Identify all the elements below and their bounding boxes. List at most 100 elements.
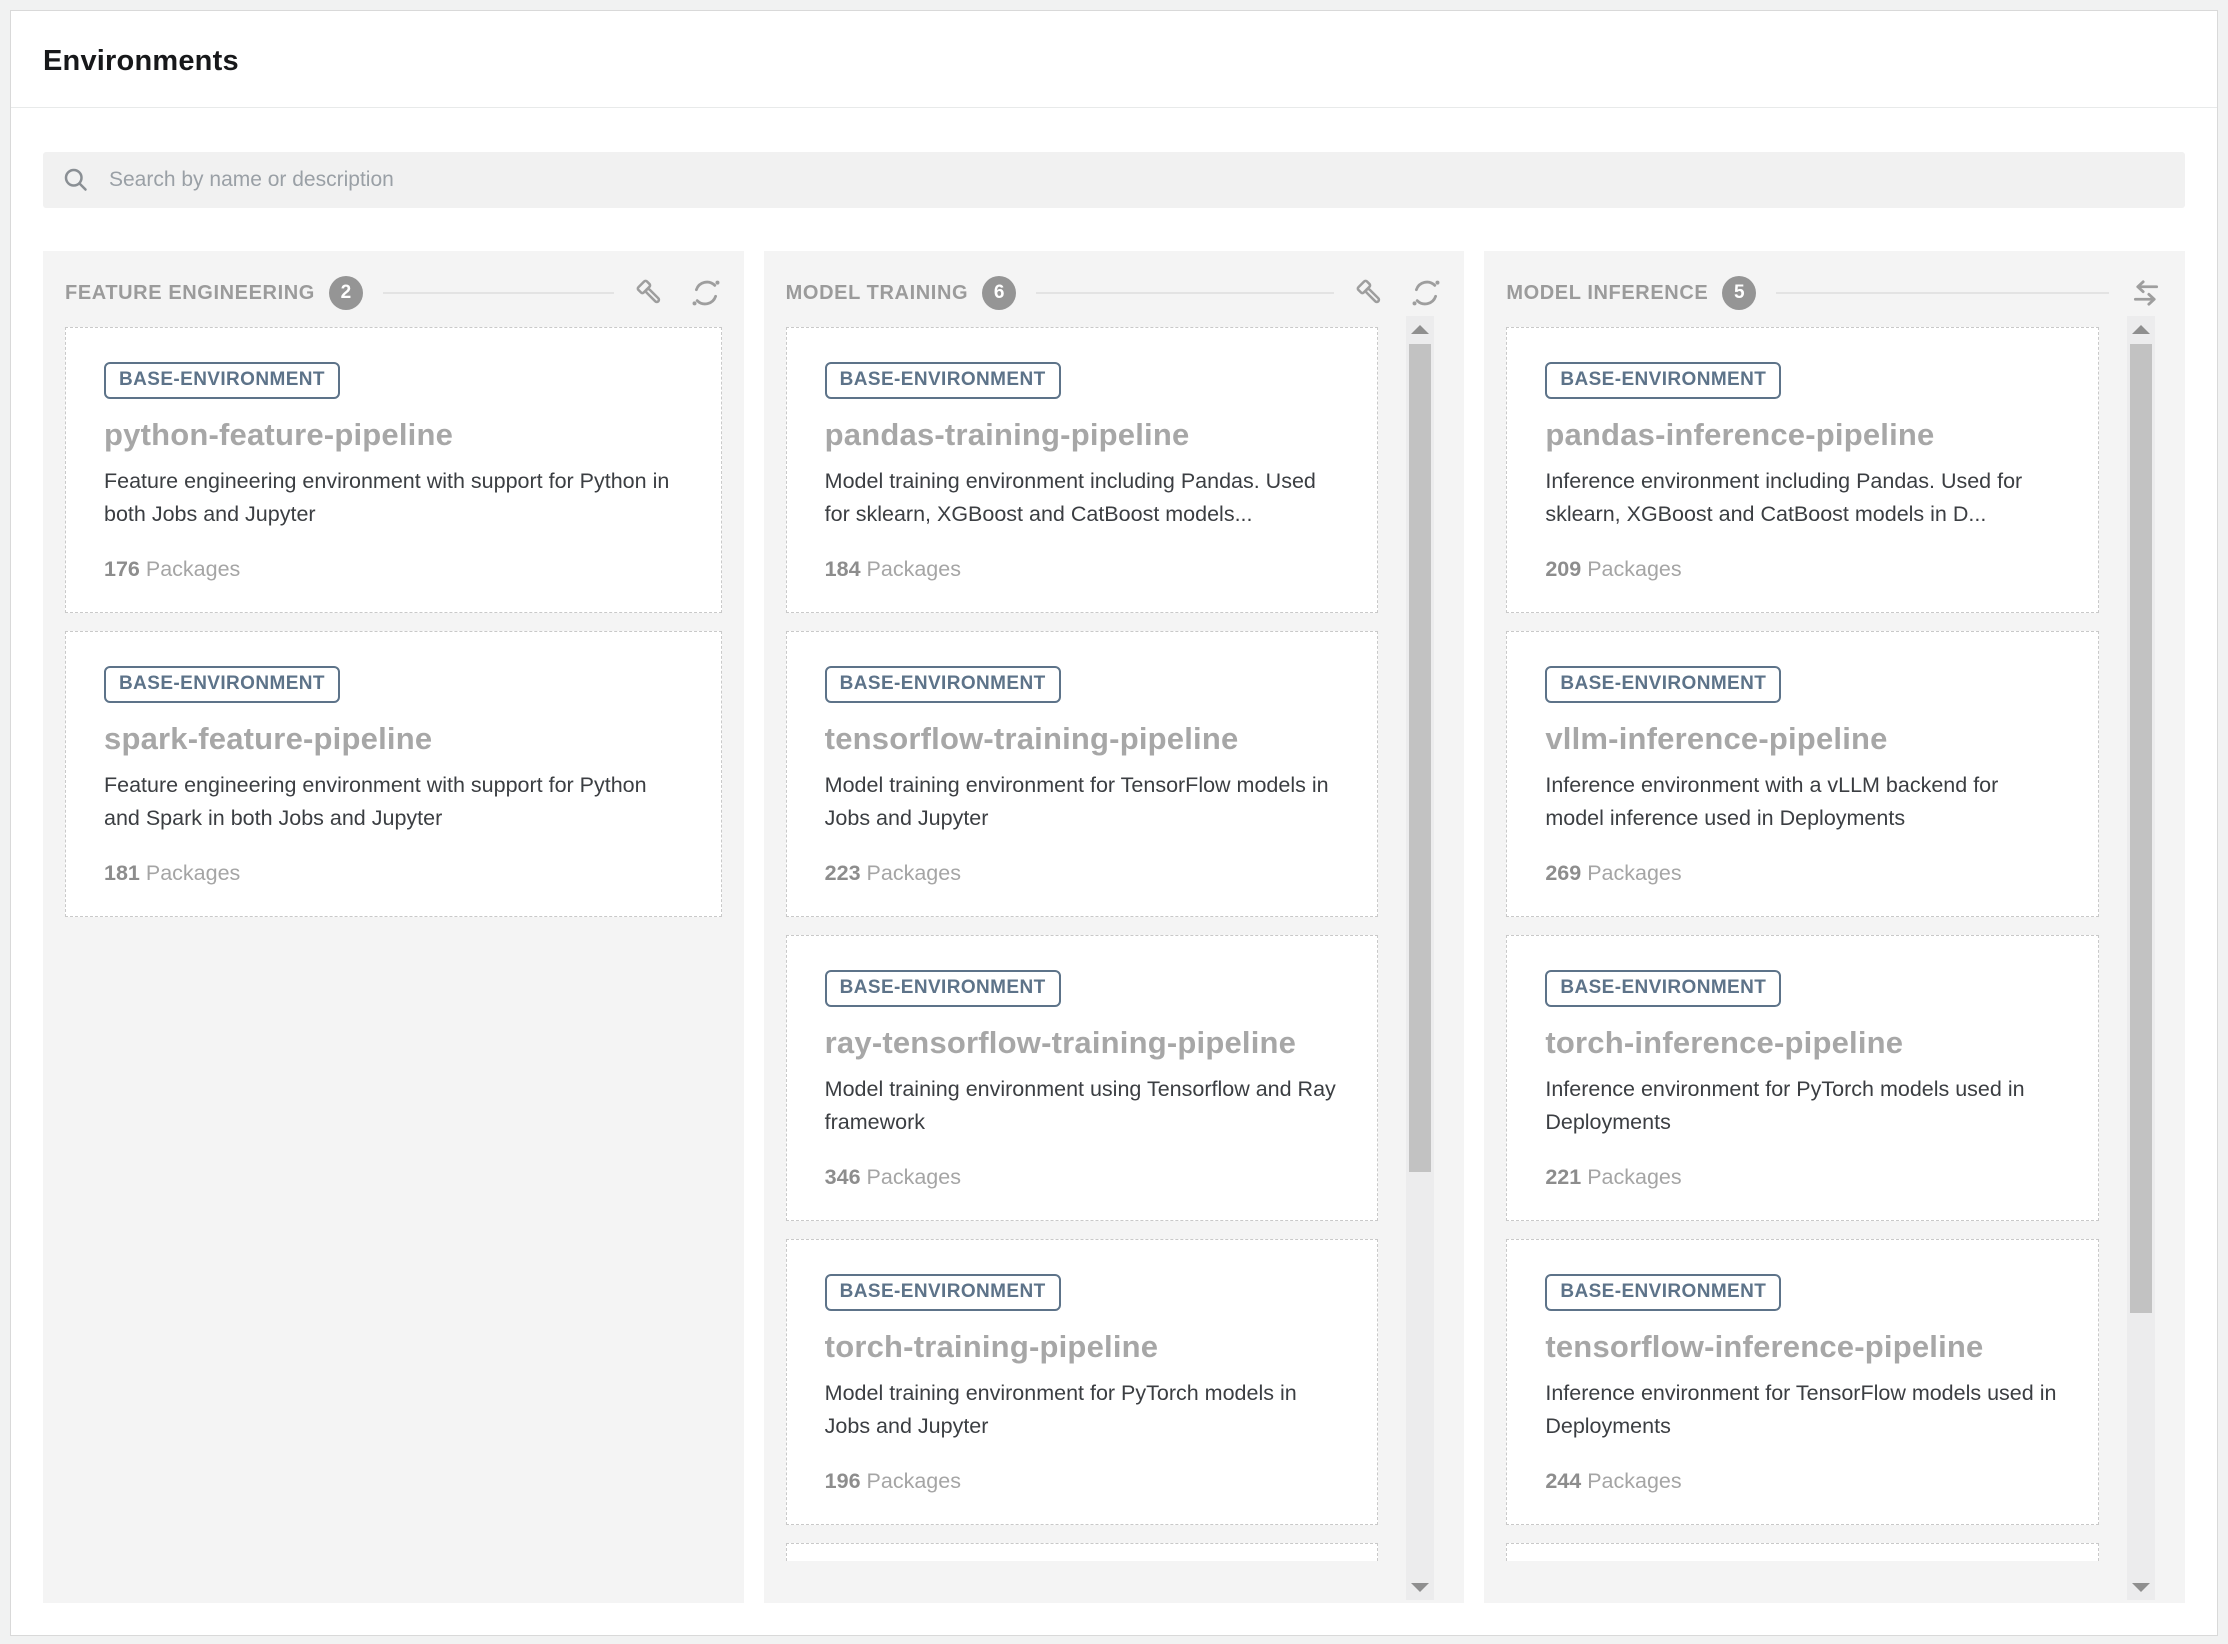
scroll-up-arrow-icon[interactable]: [1406, 318, 1434, 340]
next-card-peek[interactable]: [786, 1543, 1379, 1561]
scroll-down-arrow-icon[interactable]: [1406, 1576, 1434, 1598]
environment-description: Inference environment with a vLLM backen…: [1545, 769, 2060, 835]
column-scrollbar[interactable]: [2127, 316, 2155, 1600]
card-list: BASE-ENVIRONMENT python-feature-pipeline…: [65, 327, 722, 917]
packages-count: 269: [1545, 861, 1581, 885]
environment-description: Model training environment including Pan…: [825, 465, 1340, 531]
packages-row: 223Packages: [825, 861, 1340, 886]
environment-description: Inference environment for PyTorch models…: [1545, 1073, 2060, 1139]
column-title: MODEL INFERENCE: [1506, 282, 1708, 305]
environment-title: python-feature-pipeline: [104, 415, 683, 455]
packages-label: Packages: [1587, 1469, 1681, 1493]
environment-card[interactable]: BASE-ENVIRONMENT tensorflow-inference-pi…: [1506, 1239, 2099, 1525]
environment-description: Model training environment using Tensorf…: [825, 1073, 1340, 1139]
packages-count: 181: [104, 861, 140, 885]
column-model-inference: MODEL INFERENCE 5 BASE-ENVIRONMENT: [1484, 251, 2185, 1603]
column-title: MODEL TRAINING: [786, 282, 968, 305]
sync-icon[interactable]: [690, 277, 722, 309]
environment-card[interactable]: BASE-ENVIRONMENT python-feature-pipeline…: [65, 327, 722, 613]
environment-title: pandas-training-pipeline: [825, 415, 1340, 455]
packages-row: 181Packages: [104, 861, 683, 886]
packages-count: 221: [1545, 1165, 1581, 1189]
environment-title: torch-training-pipeline: [825, 1327, 1340, 1367]
column-count-badge: 5: [1722, 276, 1756, 310]
packages-label: Packages: [146, 861, 240, 885]
packages-row: 221Packages: [1545, 1165, 2060, 1190]
packages-label: Packages: [867, 1165, 961, 1189]
environment-card[interactable]: BASE-ENVIRONMENT vllm-inference-pipeline…: [1506, 631, 2099, 917]
column-feature-engineering: FEATURE ENGINEERING 2: [43, 251, 744, 1603]
search-input[interactable]: [107, 167, 2167, 193]
scrollbar-thumb[interactable]: [2130, 344, 2152, 1313]
packages-row: 269Packages: [1545, 861, 2060, 886]
column-model-training: MODEL TRAINING 6: [764, 251, 1465, 1603]
next-card-peek[interactable]: [1506, 1543, 2099, 1561]
packages-count: 346: [825, 1165, 861, 1189]
packages-row: 209Packages: [1545, 557, 2060, 582]
packages-label: Packages: [1587, 861, 1681, 885]
environment-card[interactable]: BASE-ENVIRONMENT ray-tensorflow-training…: [786, 935, 1379, 1221]
packages-count: 176: [104, 557, 140, 581]
column-title: FEATURE ENGINEERING: [65, 282, 315, 305]
packages-label: Packages: [1587, 557, 1681, 581]
base-environment-badge: BASE-ENVIRONMENT: [825, 362, 1061, 399]
environment-card[interactable]: BASE-ENVIRONMENT tensorflow-training-pip…: [786, 631, 1379, 917]
environment-description: Inference environment for TensorFlow mod…: [1545, 1377, 2060, 1443]
column-header-icons: [634, 277, 722, 309]
base-environment-badge: BASE-ENVIRONMENT: [825, 666, 1061, 703]
environment-card[interactable]: BASE-ENVIRONMENT pandas-training-pipelin…: [786, 327, 1379, 613]
swap-horizontal-icon[interactable]: [2129, 276, 2163, 310]
environments-panel: Environments FEATURE ENGINEERING 2: [10, 10, 2218, 1636]
scrollbar-thumb[interactable]: [1409, 344, 1431, 1172]
base-environment-badge: BASE-ENVIRONMENT: [104, 666, 340, 703]
sync-icon[interactable]: [1410, 277, 1442, 309]
base-environment-badge: BASE-ENVIRONMENT: [825, 1274, 1061, 1311]
base-environment-badge: BASE-ENVIRONMENT: [1545, 666, 1781, 703]
environment-description: Model training environment for TensorFlo…: [825, 769, 1340, 835]
packages-label: Packages: [867, 557, 961, 581]
packages-label: Packages: [867, 1469, 961, 1493]
environment-title: ray-tensorflow-training-pipeline: [825, 1023, 1340, 1063]
page-header: Environments: [11, 11, 2217, 108]
packages-label: Packages: [867, 861, 961, 885]
environment-card[interactable]: BASE-ENVIRONMENT torch-inference-pipelin…: [1506, 935, 2099, 1221]
packages-count: 244: [1545, 1469, 1581, 1493]
environment-title: torch-inference-pipeline: [1545, 1023, 2060, 1063]
column-header: MODEL TRAINING 6: [786, 271, 1443, 315]
page-title: Environments: [43, 43, 2185, 79]
packages-row: 346Packages: [825, 1165, 1340, 1190]
packages-label: Packages: [1587, 1165, 1681, 1189]
scroll-up-arrow-icon[interactable]: [2127, 318, 2155, 340]
packages-count: 223: [825, 861, 861, 885]
card-list: BASE-ENVIRONMENT pandas-training-pipelin…: [786, 327, 1379, 1525]
environment-description: Inference environment including Pandas. …: [1545, 465, 2060, 531]
environment-title: spark-feature-pipeline: [104, 719, 683, 759]
column-header-rule: [1776, 292, 2109, 294]
search-bar: [43, 152, 2185, 208]
column-header-rule: [1036, 292, 1334, 294]
environment-description: Feature engineering environment with sup…: [104, 465, 683, 531]
column-header: FEATURE ENGINEERING 2: [65, 271, 722, 315]
column-count-badge: 2: [329, 276, 363, 310]
base-environment-badge: BASE-ENVIRONMENT: [104, 362, 340, 399]
environment-card[interactable]: BASE-ENVIRONMENT pandas-inference-pipeli…: [1506, 327, 2099, 613]
packages-count: 184: [825, 557, 861, 581]
environment-card[interactable]: BASE-ENVIRONMENT spark-feature-pipeline …: [65, 631, 722, 917]
packages-row: 184Packages: [825, 557, 1340, 582]
column-header-icons: [1354, 277, 1442, 309]
packages-row: 196Packages: [825, 1469, 1340, 1494]
environment-description: Model training environment for PyTorch m…: [825, 1377, 1340, 1443]
environment-description: Feature engineering environment with sup…: [104, 769, 683, 835]
search-icon: [61, 165, 91, 195]
column-header: MODEL INFERENCE 5: [1506, 271, 2163, 315]
card-list: BASE-ENVIRONMENT pandas-inference-pipeli…: [1506, 327, 2099, 1525]
environment-card[interactable]: BASE-ENVIRONMENT torch-training-pipeline…: [786, 1239, 1379, 1525]
base-environment-badge: BASE-ENVIRONMENT: [1545, 970, 1781, 1007]
gavel-icon[interactable]: [1354, 277, 1386, 309]
scroll-down-arrow-icon[interactable]: [2127, 1576, 2155, 1598]
environment-title: pandas-inference-pipeline: [1545, 415, 2060, 455]
gavel-icon[interactable]: [634, 277, 666, 309]
column-scrollbar[interactable]: [1406, 316, 1434, 1600]
column-header-rule: [383, 292, 614, 294]
environments-board: FEATURE ENGINEERING 2: [43, 251, 2185, 1603]
